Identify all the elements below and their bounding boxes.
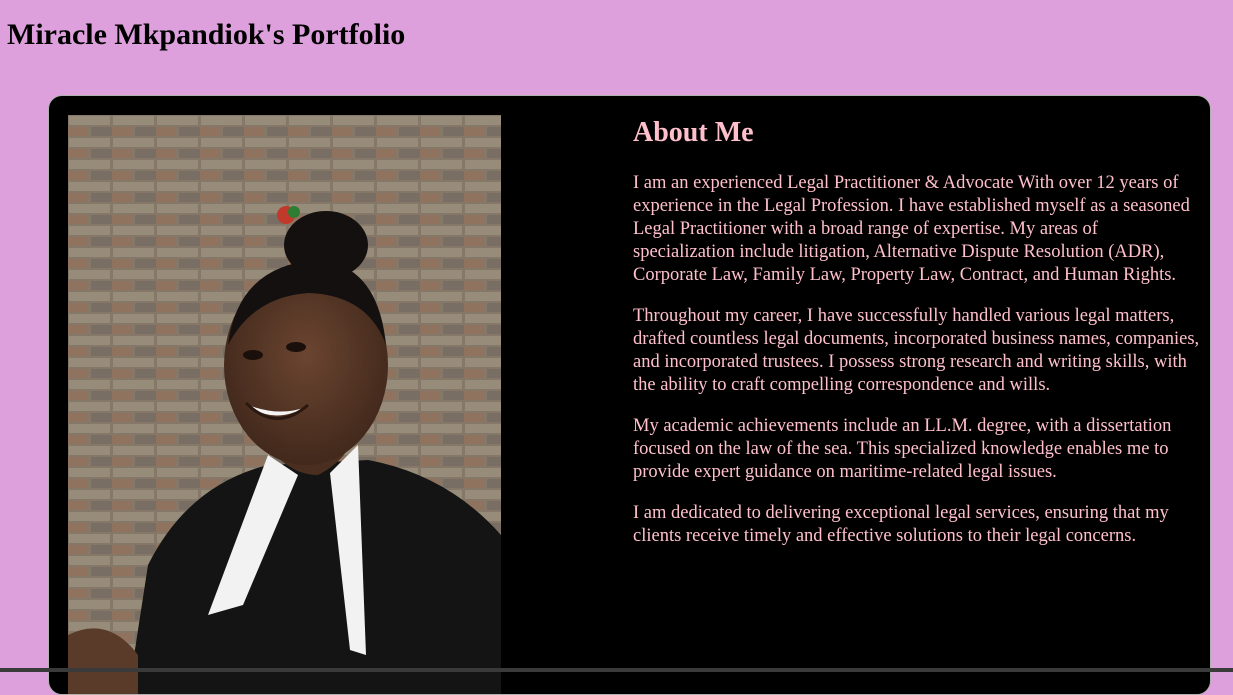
about-card: About Me I am an experienced Legal Pract… [48,95,1211,695]
page-title: Miracle Mkpandiok's Portfolio [7,18,406,51]
about-heading: About Me [633,117,754,148]
horizontal-scrollbar[interactable] [0,668,1233,672]
about-paragraph: My academic achievements include an LL.M… [633,415,1172,482]
about-paragraph: I am dedicated to delivering exceptional… [633,502,1169,546]
about-section: About Me I am an experienced Legal Pract… [633,116,1203,566]
about-paragraph: Throughout my career, I have successfull… [633,305,1200,395]
about-paragraph: I am an experienced Legal Practitioner &… [633,172,1190,285]
profile-photo [68,115,501,694]
